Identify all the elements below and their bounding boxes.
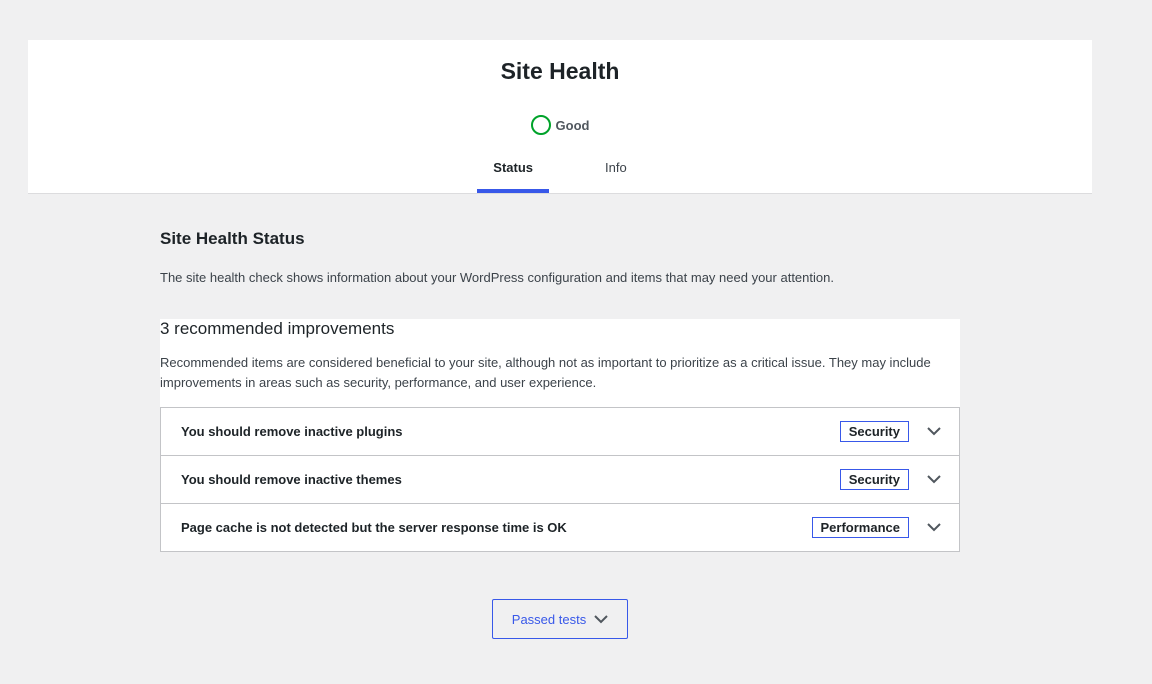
tabs: Status Info <box>28 150 1092 193</box>
category-badge: Performance <box>811 517 909 538</box>
accordion-item-title: Page cache is not detected but the serve… <box>181 520 567 535</box>
category-badge: Security <box>839 421 909 442</box>
accordion-item-inactive-themes[interactable]: You should remove inactive themes Securi… <box>161 456 959 504</box>
health-status-label: Good <box>555 117 590 133</box>
chevron-down-icon <box>594 612 608 627</box>
site-health-header: Site Health Good Status Info <box>28 40 1092 194</box>
passed-tests-button[interactable]: Passed tests <box>492 599 628 639</box>
chevron-down-icon[interactable] <box>925 423 943 441</box>
section-description: The site health check shows information … <box>160 270 834 285</box>
accordion-item-inactive-plugins[interactable]: You should remove inactive plugins Secur… <box>161 408 959 456</box>
page-title: Site Health <box>500 58 620 84</box>
recommended-improvements: 3 recommended improvements Recommended i… <box>160 319 960 552</box>
chevron-down-icon[interactable] <box>925 471 943 489</box>
chevron-down-icon[interactable] <box>925 519 943 537</box>
health-status-circle-icon <box>530 115 551 135</box>
accordion-item-title: You should remove inactive plugins <box>181 424 403 439</box>
tab-status[interactable]: Status <box>477 150 550 193</box>
accordion-item-title: You should remove inactive themes <box>181 472 402 487</box>
tab-info[interactable]: Info <box>589 150 643 193</box>
health-status: Good <box>28 115 1092 135</box>
improvements-accordion: You should remove inactive plugins Secur… <box>160 407 960 552</box>
improvements-description: Recommended items are considered benefic… <box>160 355 931 390</box>
category-badge: Security <box>839 469 909 490</box>
section-title: Site Health Status <box>160 229 305 248</box>
passed-tests-label: Passed tests <box>511 611 587 627</box>
improvements-heading: 3 recommended improvements <box>160 319 395 338</box>
accordion-item-page-cache[interactable]: Page cache is not detected but the serve… <box>161 504 959 551</box>
